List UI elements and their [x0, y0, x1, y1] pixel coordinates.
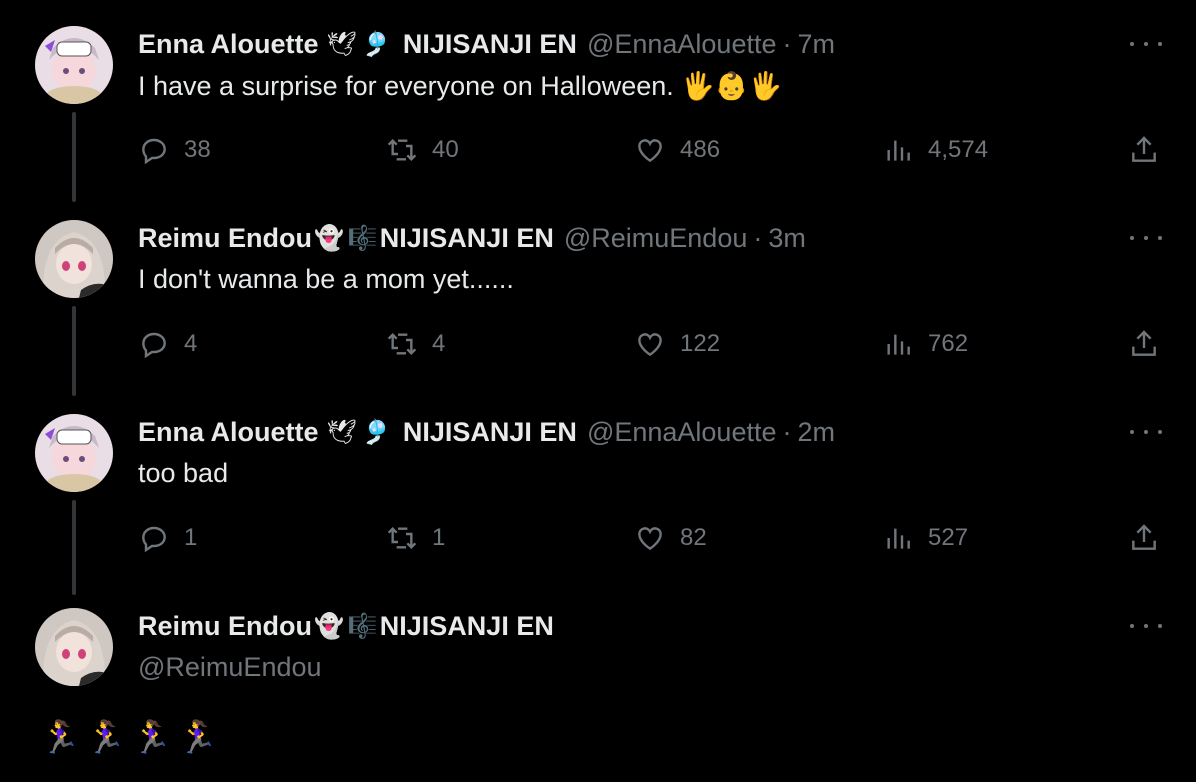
repost-button[interactable]: 1	[386, 522, 445, 554]
repost-count: 1	[432, 524, 446, 551]
dove-emoji: 🕊	[326, 418, 357, 446]
tweet[interactable]: Enna Alouette 🕊 🎐 NIJISANJI EN @EnnaAlou…	[0, 26, 1196, 196]
avatar[interactable]	[35, 414, 113, 492]
views-button[interactable]: 762	[882, 328, 968, 360]
dove-emoji: 🕊	[326, 30, 357, 58]
affiliation: NIJISANJI EN	[379, 610, 554, 641]
like-button[interactable]: 122	[634, 328, 720, 360]
tweet-text: 🏃‍♀️🏃‍♀️🏃‍♀️🏃‍♀️	[40, 718, 224, 756]
handle[interactable]: @EnnaAlouette	[587, 417, 777, 448]
tweet-text: I don't wanna be a mom yet......	[138, 264, 514, 294]
timestamp[interactable]: 7m	[797, 29, 835, 60]
action-bar: 1 1 82 527	[138, 522, 1168, 554]
handle[interactable]: @EnnaAlouette	[587, 29, 777, 60]
wind-chime-emoji: 🎐	[360, 30, 391, 58]
tweet-header: Enna Alouette 🕊 🎐 NIJISANJI EN @EnnaAlou…	[138, 26, 835, 62]
more-icon[interactable]	[1130, 32, 1162, 56]
reply-icon	[138, 522, 170, 554]
separator: ·	[753, 222, 763, 253]
tweet-text: too bad	[138, 458, 229, 488]
views-icon	[882, 134, 914, 166]
share-icon	[1128, 134, 1160, 166]
share-button[interactable]	[1128, 134, 1160, 166]
heart-icon	[634, 522, 666, 554]
handle[interactable]: @ReimuEndou	[138, 652, 322, 683]
more-icon[interactable]	[1130, 614, 1162, 638]
reply-count: 38	[184, 136, 211, 163]
view-count: 762	[928, 330, 969, 357]
action-bar: 38 40 486 4,574	[138, 134, 1168, 166]
reply-button[interactable]: 1	[138, 522, 197, 554]
reply-icon	[138, 134, 170, 166]
views-icon	[882, 522, 914, 554]
tweet-header: Reimu Endou 👻 🎼 NIJISANJI EN	[138, 608, 554, 644]
heart-icon	[634, 328, 666, 360]
avatar[interactable]	[35, 608, 113, 686]
avatar[interactable]	[35, 26, 113, 104]
repost-button[interactable]: 4	[386, 328, 445, 360]
repost-icon	[386, 328, 418, 360]
affiliation: NIJISANJI EN	[402, 416, 577, 447]
action-bar: 4 4 122 762	[138, 328, 1168, 360]
share-button[interactable]	[1128, 328, 1160, 360]
heart-icon	[634, 134, 666, 166]
handle[interactable]: @ReimuEndou	[564, 223, 748, 254]
repost-button[interactable]: 40	[386, 134, 459, 166]
music-score-emoji: 🎼	[347, 224, 378, 252]
reply-button[interactable]: 38	[138, 134, 211, 166]
share-icon	[1128, 522, 1160, 554]
display-name[interactable]: Reimu Endou	[138, 223, 312, 254]
repost-count: 4	[432, 330, 446, 357]
repost-count: 40	[432, 136, 459, 163]
like-button[interactable]: 486	[634, 134, 720, 166]
more-icon[interactable]	[1130, 226, 1162, 250]
views-icon	[882, 328, 914, 360]
separator: ·	[782, 28, 792, 59]
tweet[interactable]: Reimu Endou 👻 🎼 NIJISANJI EN @ReimuEndou…	[0, 220, 1196, 390]
reply-button[interactable]: 4	[138, 328, 197, 360]
views-button[interactable]: 4,574	[882, 134, 988, 166]
more-icon[interactable]	[1130, 420, 1162, 444]
like-button[interactable]: 82	[634, 522, 707, 554]
tweet-header: Enna Alouette 🕊 🎐 NIJISANJI EN @EnnaAlou…	[138, 414, 835, 450]
display-name[interactable]: Enna Alouette	[138, 29, 319, 60]
timestamp[interactable]: 2m	[797, 417, 835, 448]
wind-chime-emoji: 🎐	[360, 418, 391, 446]
like-count: 82	[680, 524, 707, 551]
timestamp[interactable]: 3m	[768, 223, 806, 254]
tweet-text: I have a surprise for everyone on Hallow…	[138, 71, 783, 101]
ghost-emoji: 👻	[314, 224, 344, 252]
like-count: 122	[680, 330, 721, 357]
reply-icon	[138, 328, 170, 360]
tweet-header: Reimu Endou 👻 🎼 NIJISANJI EN @ReimuEndou…	[138, 220, 806, 256]
reply-count: 1	[184, 524, 198, 551]
share-button[interactable]	[1128, 522, 1160, 554]
view-count: 4,574	[928, 136, 989, 163]
repost-icon	[386, 522, 418, 554]
reply-count: 4	[184, 330, 198, 357]
music-score-emoji: 🎼	[347, 612, 378, 640]
display-name[interactable]: Reimu Endou	[138, 611, 312, 642]
display-name[interactable]: Enna Alouette	[138, 417, 319, 448]
avatar[interactable]	[35, 220, 113, 298]
tweet[interactable]: Enna Alouette 🕊 🎐 NIJISANJI EN @EnnaAlou…	[0, 414, 1196, 584]
like-count: 486	[680, 136, 721, 163]
ghost-emoji: 👻	[314, 612, 344, 640]
repost-icon	[386, 134, 418, 166]
view-count: 527	[928, 524, 969, 551]
views-button[interactable]: 527	[882, 522, 968, 554]
separator: ·	[782, 416, 792, 447]
affiliation: NIJISANJI EN	[379, 222, 554, 253]
share-icon	[1128, 328, 1160, 360]
affiliation: NIJISANJI EN	[402, 28, 577, 59]
